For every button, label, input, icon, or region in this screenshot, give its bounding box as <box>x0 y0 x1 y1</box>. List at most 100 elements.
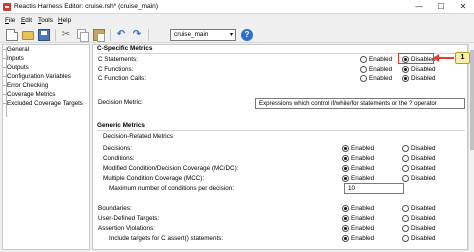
boundaries-disabled-label: Disabled <box>411 205 436 212</box>
user-defined-targets-enabled-label: Enabled <box>351 215 375 222</box>
coverage-metrics-panel: C-Specific Metrics C Statements: Enabled… <box>92 44 468 250</box>
c-functions-enabled-label: Enabled <box>369 66 393 73</box>
toolbar: ✂ ↶ ↷ ? <box>0 27 474 43</box>
mcdc-disabled-label: Disabled <box>411 165 436 172</box>
mcc-disabled-label: Disabled <box>411 175 436 182</box>
user-defined-targets-disabled-label: Disabled <box>411 215 436 222</box>
c-functions-enabled-radio[interactable] <box>360 66 367 73</box>
paste-icon[interactable] <box>93 29 105 42</box>
c-functions-disabled-radio[interactable] <box>402 66 409 73</box>
function-select[interactable]: cruise_main ▾ <box>170 29 236 41</box>
c-assert-targets-disabled-radio[interactable] <box>402 235 409 242</box>
c-function-calls-enabled-label: Enabled <box>369 75 393 82</box>
c-assert-targets-enabled-radio[interactable] <box>342 235 349 242</box>
chevron-down-icon: ▾ <box>229 31 233 38</box>
toolbar-separator <box>148 29 149 41</box>
mcc-disabled-radio[interactable] <box>402 175 409 182</box>
mcc-enabled-label: Enabled <box>351 175 375 182</box>
c-statements-enabled-radio[interactable] <box>360 56 367 63</box>
c-assert-targets-enabled-label: Enabled <box>351 235 375 242</box>
close-button[interactable]: ✕ <box>452 0 474 14</box>
c-function-calls-enabled-radio[interactable] <box>360 75 367 82</box>
callout-highlight <box>398 53 434 64</box>
window-title: Reactis Harness Editor: cruise.rsh* (cru… <box>14 3 159 10</box>
mcdc-enabled-radio[interactable] <box>342 165 349 172</box>
vertical-scrollbar[interactable] <box>468 44 474 250</box>
conditions-label: Conditions: <box>103 155 135 162</box>
c-function-calls-label: C Function Calls: <box>98 75 146 82</box>
c-specific-heading: C-Specific Metrics <box>97 45 153 52</box>
assertion-violations-disabled-label: Disabled <box>411 225 436 232</box>
redo-icon[interactable]: ↷ <box>131 29 143 41</box>
scrollbar-thumb[interactable] <box>470 50 474 150</box>
conditions-disabled-radio[interactable] <box>402 155 409 162</box>
assertion-violations-label: Assertion Violations: <box>98 225 155 232</box>
settings-tree: General Inputs Outputs Configuration Var… <box>2 44 90 250</box>
callout-badge: 1 <box>455 52 470 64</box>
menu-file[interactable]: File <box>5 17 15 24</box>
divider <box>97 130 465 131</box>
decisions-enabled-radio[interactable] <box>342 145 349 152</box>
menu-edit[interactable]: Edit <box>21 17 32 24</box>
tree-item-excluded-coverage-targets[interactable]: Excluded Coverage Targets <box>3 100 83 107</box>
c-statements-enabled-label: Enabled <box>369 56 393 63</box>
c-function-calls-disabled-label: Disabled <box>411 75 436 82</box>
menu-help[interactable]: Help <box>58 17 71 24</box>
assertion-violations-enabled-label: Enabled <box>351 225 375 232</box>
tree-item-coverage-metrics[interactable]: Coverage Metrics <box>3 91 56 98</box>
mcdc-label: Modified Condition/Decision Coverage (MC… <box>103 165 239 172</box>
boundaries-label: Boundaries: <box>98 205 132 212</box>
undo-icon[interactable]: ↶ <box>115 29 127 41</box>
user-defined-targets-enabled-radio[interactable] <box>342 215 349 222</box>
mcc-label: Multiple Condition Coverage (MCC): <box>103 175 205 182</box>
decisions-enabled-label: Enabled <box>351 145 375 152</box>
decision-related-subheading: Decision-Related Metrics <box>103 133 173 140</box>
decisions-disabled-radio[interactable] <box>402 145 409 152</box>
decision-metric-label: Decision Metric: <box>98 99 143 106</box>
app-icon <box>3 3 11 11</box>
c-statements-label: C Statements: <box>98 56 138 63</box>
decisions-label: Decisions: <box>103 145 133 152</box>
menu-tools[interactable]: Tools <box>38 17 53 24</box>
assertion-violations-enabled-radio[interactable] <box>342 225 349 232</box>
max-conditions-label: Maximum number of conditions per decisio… <box>109 185 234 192</box>
function-select-value: cruise_main <box>174 31 209 38</box>
user-defined-targets-label: User-Defined Targets: <box>98 215 160 222</box>
maximize-button[interactable]: ☐ <box>430 0 452 14</box>
new-file-icon[interactable] <box>6 29 18 41</box>
mcc-enabled-radio[interactable] <box>342 175 349 182</box>
toolbar-separator <box>110 29 111 41</box>
conditions-disabled-label: Disabled <box>411 155 436 162</box>
c-functions-disabled-label: Disabled <box>411 66 436 73</box>
mcdc-enabled-label: Enabled <box>351 165 375 172</box>
decisions-disabled-label: Disabled <box>411 145 436 152</box>
boundaries-enabled-label: Enabled <box>351 205 375 212</box>
generic-metrics-heading: Generic Metrics <box>97 122 145 129</box>
conditions-enabled-radio[interactable] <box>342 155 349 162</box>
c-functions-label: C Functions: <box>98 66 134 73</box>
c-function-calls-disabled-radio[interactable] <box>402 75 409 82</box>
help-icon[interactable]: ? <box>241 29 253 41</box>
c-assert-targets-disabled-label: Disabled <box>411 235 436 242</box>
assertion-violations-disabled-radio[interactable] <box>402 225 409 232</box>
boundaries-disabled-radio[interactable] <box>402 205 409 212</box>
callout-arrow-icon <box>433 54 454 62</box>
tree-item-outputs[interactable]: Outputs <box>3 64 29 71</box>
open-folder-icon[interactable] <box>22 31 34 40</box>
mcdc-disabled-radio[interactable] <box>402 165 409 172</box>
boundaries-enabled-radio[interactable] <box>342 205 349 212</box>
decision-metric-select[interactable]: Expressions which control if/while/for s… <box>255 98 465 109</box>
minimize-button[interactable]: — <box>408 0 430 14</box>
copy-icon[interactable] <box>77 29 89 42</box>
max-conditions-input[interactable]: 10 <box>344 183 404 194</box>
save-icon[interactable] <box>38 29 50 41</box>
cut-icon[interactable]: ✂ <box>60 29 72 41</box>
tree-item-general[interactable]: General <box>2 46 29 53</box>
tree-item-error-checking[interactable]: Error Checking <box>2 82 48 89</box>
tree-item-inputs[interactable]: Inputs <box>3 55 24 62</box>
user-defined-targets-disabled-radio[interactable] <box>402 215 409 222</box>
toolbar-separator <box>55 29 56 41</box>
menu-bar: File Edit Tools Help <box>0 15 474 26</box>
c-assert-targets-label: Include targets for C assert() statement… <box>109 235 224 242</box>
tree-item-configuration-variables[interactable]: Configuration Variables <box>3 73 71 80</box>
